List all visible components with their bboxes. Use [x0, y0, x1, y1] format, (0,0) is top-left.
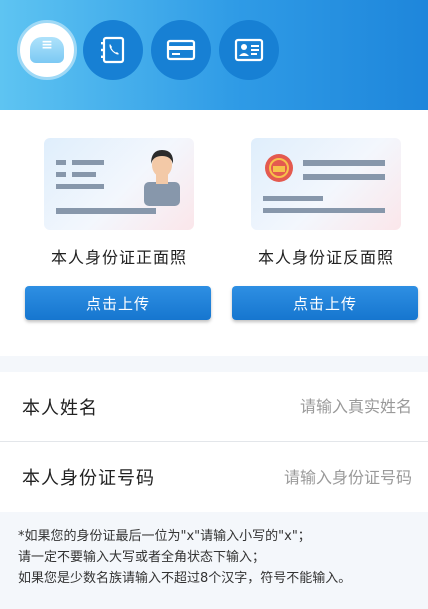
id-front-illustration	[44, 138, 194, 230]
phone-book-icon	[101, 36, 125, 64]
note-line: 请一定不要输入大写或者全角状态下输入；	[18, 550, 266, 565]
step-id-card[interactable]	[219, 20, 279, 80]
id-card-icon	[234, 38, 264, 62]
id-upload-section: 本人身份证正面照 点击上传 本人身份证反面照 点击上传	[0, 110, 428, 356]
bank-card-icon	[166, 39, 196, 61]
menu-icon: ≡	[41, 37, 53, 53]
name-input[interactable]	[212, 397, 412, 416]
id-number-input[interactable]	[212, 467, 412, 487]
identity-form: 本人姓名 本人身份证号码	[0, 372, 428, 512]
id-number-row: 本人身份证号码	[0, 442, 428, 512]
id-front-upload: 本人身份证正面照 点击上传	[25, 138, 213, 320]
id-back-caption: 本人身份证反面照	[257, 248, 394, 267]
upload-back-button[interactable]: 点击上传	[232, 286, 418, 320]
step-bank-card[interactable]	[151, 20, 211, 80]
progress-header: ≡	[0, 0, 428, 110]
id-number-label: 本人身份证号码	[22, 468, 155, 489]
id-front-caption: 本人身份证正面照	[50, 248, 187, 267]
step-contacts[interactable]	[83, 20, 143, 80]
name-label: 本人姓名	[22, 397, 98, 419]
upload-front-button[interactable]: 点击上传	[25, 286, 211, 320]
note-line: 如果您是少数名族请输入不超过8个汉字，符号不能输入。	[18, 571, 352, 586]
input-notes: *如果您的身份证最后一位为"x"请输入小写的"x"； 请一定不要输入大写或者全角…	[0, 520, 428, 609]
step-menu[interactable]: ≡	[17, 20, 77, 80]
id-front-icon	[56, 150, 180, 214]
name-row: 本人姓名	[0, 372, 428, 442]
id-back-icon	[263, 154, 385, 213]
note-line: *如果您的身份证最后一位为"x"请输入小写的"x"；	[18, 529, 311, 544]
id-back-illustration	[251, 138, 401, 230]
id-back-upload: 本人身份证反面照 点击上传	[232, 138, 420, 320]
